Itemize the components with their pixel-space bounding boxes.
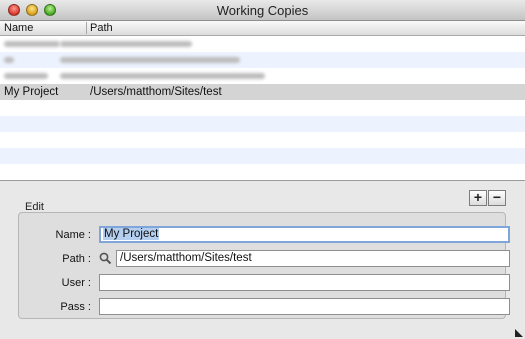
redacted-text: [4, 57, 14, 63]
user-label: User :: [61, 277, 91, 289]
table-body: My Project/Users/matthom/Sites/test: [0, 36, 525, 180]
table-row[interactable]: [0, 68, 525, 84]
column-header-path[interactable]: Path: [90, 21, 113, 35]
table-row[interactable]: [0, 132, 525, 148]
name-field-value: My Project: [103, 228, 160, 240]
table-row[interactable]: [0, 100, 525, 116]
table-row[interactable]: [0, 164, 525, 180]
path-cell: [60, 68, 265, 84]
edit-group-box: Name : My Project Path : /Users/matthom/…: [18, 212, 510, 319]
table-row[interactable]: [0, 148, 525, 164]
name-label: Name :: [55, 229, 91, 241]
name-field[interactable]: My Project: [99, 226, 510, 243]
path-cell: [60, 36, 192, 52]
redacted-text: [60, 41, 192, 47]
path-cell: [60, 52, 240, 68]
working-copies-window: Working Copies Name Path My Project/User…: [0, 0, 525, 339]
name-cell: My Project: [4, 86, 59, 98]
user-field[interactable]: [99, 274, 510, 291]
path-label: Path :: [62, 253, 91, 265]
window-title: Working Copies: [216, 3, 309, 18]
column-header-name[interactable]: Name: [4, 21, 33, 35]
redacted-text: [60, 73, 265, 79]
table-row[interactable]: [0, 52, 525, 68]
pass-field[interactable]: [99, 298, 510, 315]
name-cell: [4, 68, 48, 84]
path-field[interactable]: /Users/matthom/Sites/test: [116, 250, 510, 267]
table-header: Name Path: [0, 21, 525, 36]
name-cell: [4, 36, 60, 52]
title-bar[interactable]: Working Copies: [0, 0, 525, 21]
path-cell: /Users/matthom/Sites/test: [90, 86, 222, 98]
redacted-text: [60, 57, 240, 63]
table-row[interactable]: [0, 116, 525, 132]
column-divider[interactable]: [86, 22, 87, 34]
remove-working-copy-button[interactable]: −: [488, 190, 506, 206]
resize-grip-icon[interactable]: [515, 329, 523, 337]
table-row[interactable]: My Project/Users/matthom/Sites/test: [0, 84, 525, 100]
redacted-text: [4, 41, 60, 47]
add-working-copy-button[interactable]: +: [469, 190, 487, 206]
magnifier-icon[interactable]: [99, 252, 112, 265]
working-copies-table[interactable]: Name Path My Project/Users/matthom/Sites…: [0, 21, 525, 181]
name-cell: [4, 52, 14, 68]
table-row[interactable]: [0, 36, 525, 52]
pass-label: Pass :: [60, 301, 91, 313]
redacted-text: [4, 73, 48, 79]
